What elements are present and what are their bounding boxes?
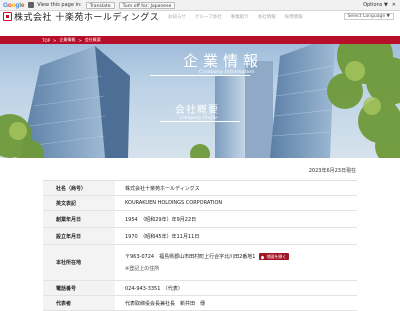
table-row: 創業年月日 1954 （昭和29年）年9月22日 [43, 211, 357, 228]
company-name[interactable]: 株式会社 十楽苑ホールディングス [14, 10, 159, 23]
breadcrumb-top[interactable]: TOP [42, 38, 50, 43]
as-of-date: 2023年6月23日現在 [308, 168, 356, 174]
breadcrumb-separator: > [53, 37, 57, 43]
main-nav: お知らせ グループ会社 事業紹介 会社情報 採用情報 [168, 14, 303, 20]
divider [160, 121, 240, 122]
translate-icon [28, 2, 35, 8]
nav-item-news[interactable]: お知らせ [168, 14, 186, 20]
breadcrumb-current: 会社概要 [84, 37, 101, 42]
site-header: 株式会社 十楽苑ホールディングス お知らせ グループ会社 事業紹介 会社情報 採… [0, 11, 400, 36]
address-note: ※登記上の住所 [125, 266, 160, 272]
options-button[interactable]: Options ▼ [363, 2, 388, 8]
breadcrumb: TOP > 企業情報 > 会社概要 [0, 36, 400, 44]
nav-item-business[interactable]: 事業紹介 [231, 14, 249, 20]
table-row: 設立年月日 1970 （昭和45年）年11月11日 [43, 228, 357, 245]
row-value: 代表取締役会長兼社長 新井田 傳 [125, 300, 206, 307]
hero-title: 企業情報 [183, 52, 264, 70]
nav-item-recruit[interactable]: 採用情報 [285, 14, 303, 20]
table-row: 代表者 代表取締役会長兼社長 新井田 傳 [43, 296, 357, 311]
page-title: 会社概要 [175, 105, 219, 116]
company-logo-icon[interactable] [3, 12, 12, 21]
row-label: 創業年月日 [43, 211, 115, 227]
open-map-label: 地図を開く [266, 254, 287, 259]
hero-banner: 企業情報 Company Information 会社概要 Company Pr… [0, 36, 400, 158]
row-label: 電話番号 [43, 281, 115, 295]
translate-button[interactable]: Translate [85, 1, 115, 9]
row-value: 1954 （昭和29年）年9月22日 [125, 216, 197, 223]
row-value: 1970 （昭和45年）年11月11日 [125, 233, 200, 240]
row-value: 024-943-3351 （代表） [125, 285, 183, 292]
address-text: 〒963-0724 福島県郡山市田村町上行合字北川田2番地1 [125, 254, 256, 260]
language-select[interactable]: Select Language ▼ [343, 13, 394, 20]
breadcrumb-corporate[interactable]: 企業情報 [59, 37, 75, 43]
hero-title-en: Company Information [199, 69, 255, 75]
turn-off-button[interactable]: Turn off for: Japanese [118, 1, 176, 9]
table-row: 電話番号 024-943-3351 （代表） [43, 281, 357, 296]
nav-item-group[interactable]: グループ会社 [195, 14, 222, 20]
row-label: 代表者 [43, 296, 115, 310]
address-cell: 〒963-0724 福島県郡山市田村町上行合字北川田2番地1 地図を開く ※登記… [115, 245, 357, 280]
map-pin-icon [260, 254, 266, 260]
company-profile-table: 社名（商号） 株式会社十楽苑ホールディングス 英文表記 KOURAKUEN HO… [43, 180, 357, 311]
table-row: 英文表記 KOURAKUEN HOLDINGS CORPORATION [43, 196, 357, 211]
row-value: 株式会社十楽苑ホールディングス [125, 185, 200, 192]
table-row: 本社所在地 〒963-0724 福島県郡山市田村町上行合字北川田2番地1 地図を… [43, 245, 357, 281]
nav-item-company[interactable]: 会社情報 [258, 14, 276, 20]
row-label: 英文表記 [43, 196, 115, 210]
translate-prompt: View this page in: [37, 2, 82, 8]
table-row: 社名（商号） 株式会社十楽苑ホールディングス [43, 181, 357, 196]
row-value: KOURAKUEN HOLDINGS CORPORATION [125, 200, 223, 206]
google-logo: Google [3, 1, 25, 9]
divider [150, 75, 250, 76]
row-label: 本社所在地 [43, 245, 115, 280]
row-label: 社名（商号） [43, 181, 115, 195]
page-title-en: Company Profile [180, 116, 218, 121]
breadcrumb-separator: > [78, 37, 82, 43]
row-label: 設立年月日 [43, 228, 115, 244]
open-map-button[interactable]: 地図を開く [259, 253, 290, 260]
close-icon[interactable]: ✕ [392, 2, 396, 8]
